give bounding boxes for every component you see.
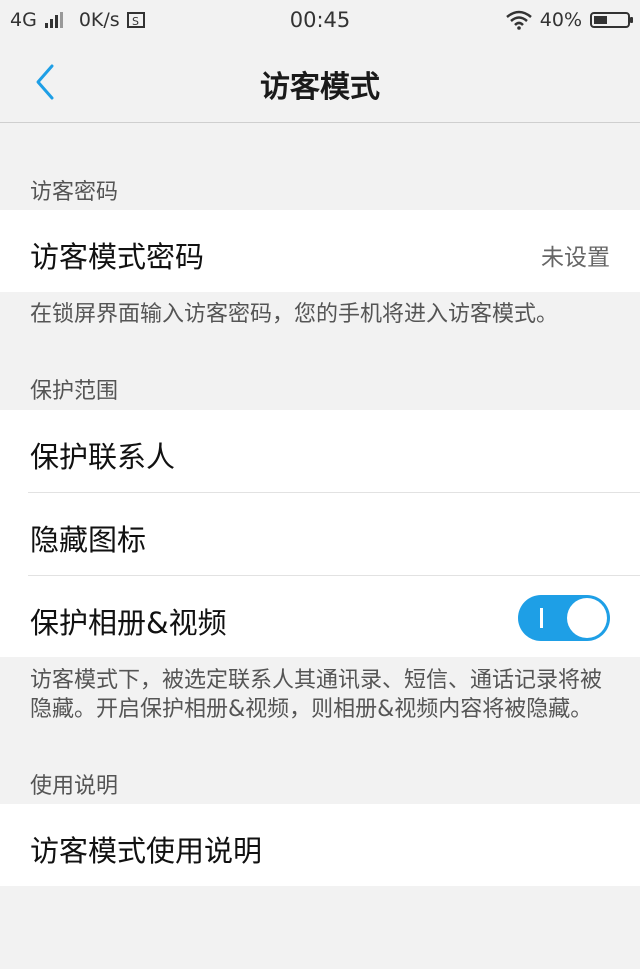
password-description: 在锁屏界面输入访客密码，您的手机将进入访客模式。 [30, 302, 559, 327]
guest-password-row[interactable]: 访客模式密码 未设置 [0, 210, 640, 292]
protection-description: 访客模式下，被选定联系人其通讯录、短信、通话记录将被隐藏。开启保护相册&视频，则… [30, 668, 603, 722]
toggle-knob [567, 598, 607, 638]
protect-contacts-label: 保护联系人 [30, 440, 176, 474]
section-label-password: 访客密码 [30, 180, 119, 205]
toggle-on-indicator [540, 608, 543, 628]
protect-album-video-row: 保护相册&视频 [0, 576, 640, 658]
protect-contacts-row[interactable]: 保护联系人 [0, 410, 640, 492]
section-label-help: 使用说明 [30, 774, 119, 799]
wifi-icon [505, 10, 532, 30]
status-bar: 4G 0K/s S 00:45 40% [0, 0, 640, 42]
protection-card: 保护联系人 隐藏图标 保护相册&视频 [0, 410, 640, 657]
password-card: 访客模式密码 未设置 [0, 210, 640, 292]
status-right: 40% [505, 9, 633, 31]
protect-album-video-toggle[interactable] [518, 595, 610, 641]
page-title: 访客模式 [260, 70, 380, 105]
section-label-protection: 保护范围 [30, 379, 119, 404]
guest-mode-help-label: 访客模式使用说明 [30, 834, 263, 868]
hide-icon-label: 隐藏图标 [30, 523, 147, 557]
battery-percent: 40% [539, 9, 582, 31]
header: 访客模式 [0, 42, 640, 123]
guest-mode-help-row[interactable]: 访客模式使用说明 [0, 804, 640, 886]
guest-password-value: 未设置 [541, 245, 610, 271]
battery-icon [590, 12, 633, 28]
guest-password-label: 访客模式密码 [30, 240, 205, 274]
protect-album-video-label: 保护相册&视频 [30, 606, 227, 640]
hide-icon-row[interactable]: 隐藏图标 [0, 493, 640, 575]
help-card: 访客模式使用说明 [0, 804, 640, 886]
